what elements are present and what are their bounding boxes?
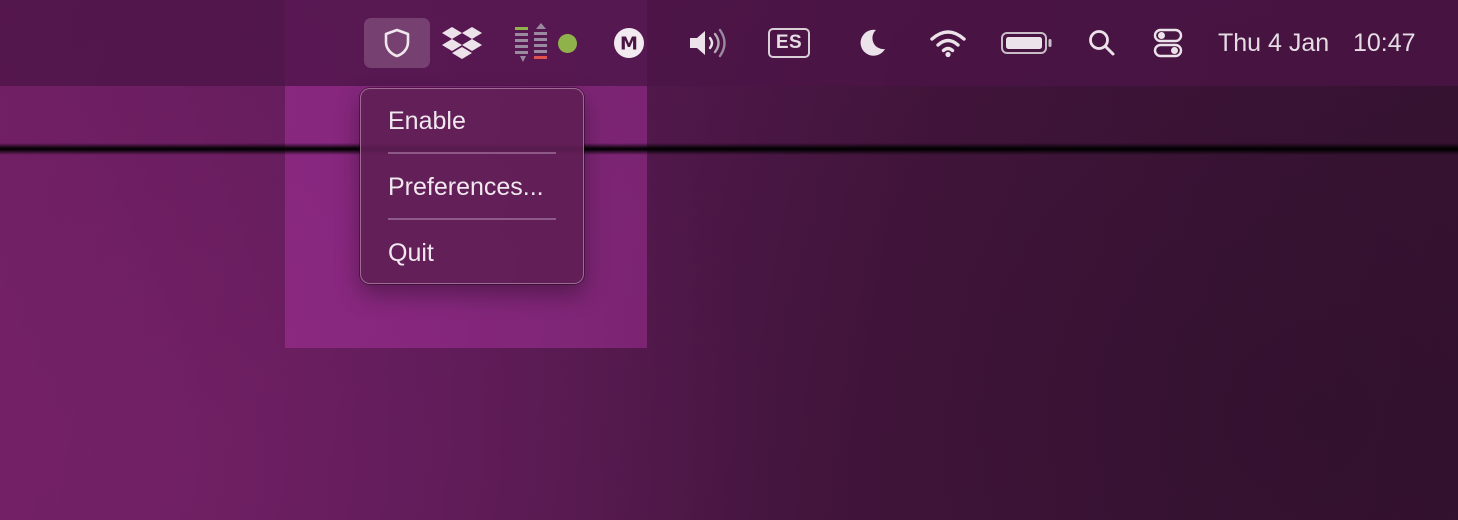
- battery-status-item[interactable]: [1000, 18, 1054, 68]
- moon-icon: [860, 29, 885, 56]
- audio-meter-icon: [515, 23, 547, 62]
- input-source-label: ES: [775, 32, 803, 53]
- menu-bar: M ES Thu 4 Jan 10:47: [0, 0, 1458, 86]
- control-center-status-item[interactable]: [1148, 18, 1188, 68]
- menubar-time[interactable]: 10:47: [1353, 26, 1416, 60]
- search-icon: [1089, 30, 1115, 56]
- volume-icon: [690, 28, 726, 58]
- menu-item-preferences[interactable]: Preferences...: [388, 171, 544, 203]
- dropbox-icon: [442, 27, 482, 59]
- spotlight-status-item[interactable]: [1084, 18, 1120, 68]
- shield-status-item[interactable]: [364, 18, 430, 68]
- input-source-item[interactable]: ES: [768, 28, 810, 58]
- menu-item-quit[interactable]: Quit: [388, 237, 434, 269]
- dropbox-status-item[interactable]: [438, 18, 486, 68]
- battery-icon: [1001, 32, 1052, 54]
- menu-separator: [388, 152, 556, 154]
- mega-icon: M: [614, 28, 644, 58]
- focus-status-item[interactable]: [852, 18, 892, 68]
- menubar-date[interactable]: Thu 4 Jan: [1218, 26, 1329, 60]
- menu-item-enable[interactable]: Enable: [388, 105, 466, 137]
- menu-separator: [388, 218, 556, 220]
- volume-status-item[interactable]: [684, 18, 732, 68]
- dropdown-menu: Enable Preferences... Quit: [360, 88, 584, 284]
- audio-meter-status-item[interactable]: [510, 18, 552, 68]
- mega-status-item[interactable]: M: [608, 18, 650, 68]
- status-dot: [558, 34, 577, 53]
- control-center-icon: [1153, 28, 1183, 58]
- wifi-icon: [930, 30, 966, 58]
- wifi-status-item[interactable]: [926, 18, 970, 68]
- wallpaper-ridge: [0, 143, 1458, 155]
- shield-icon: [384, 28, 410, 58]
- mega-letter: M: [620, 34, 638, 55]
